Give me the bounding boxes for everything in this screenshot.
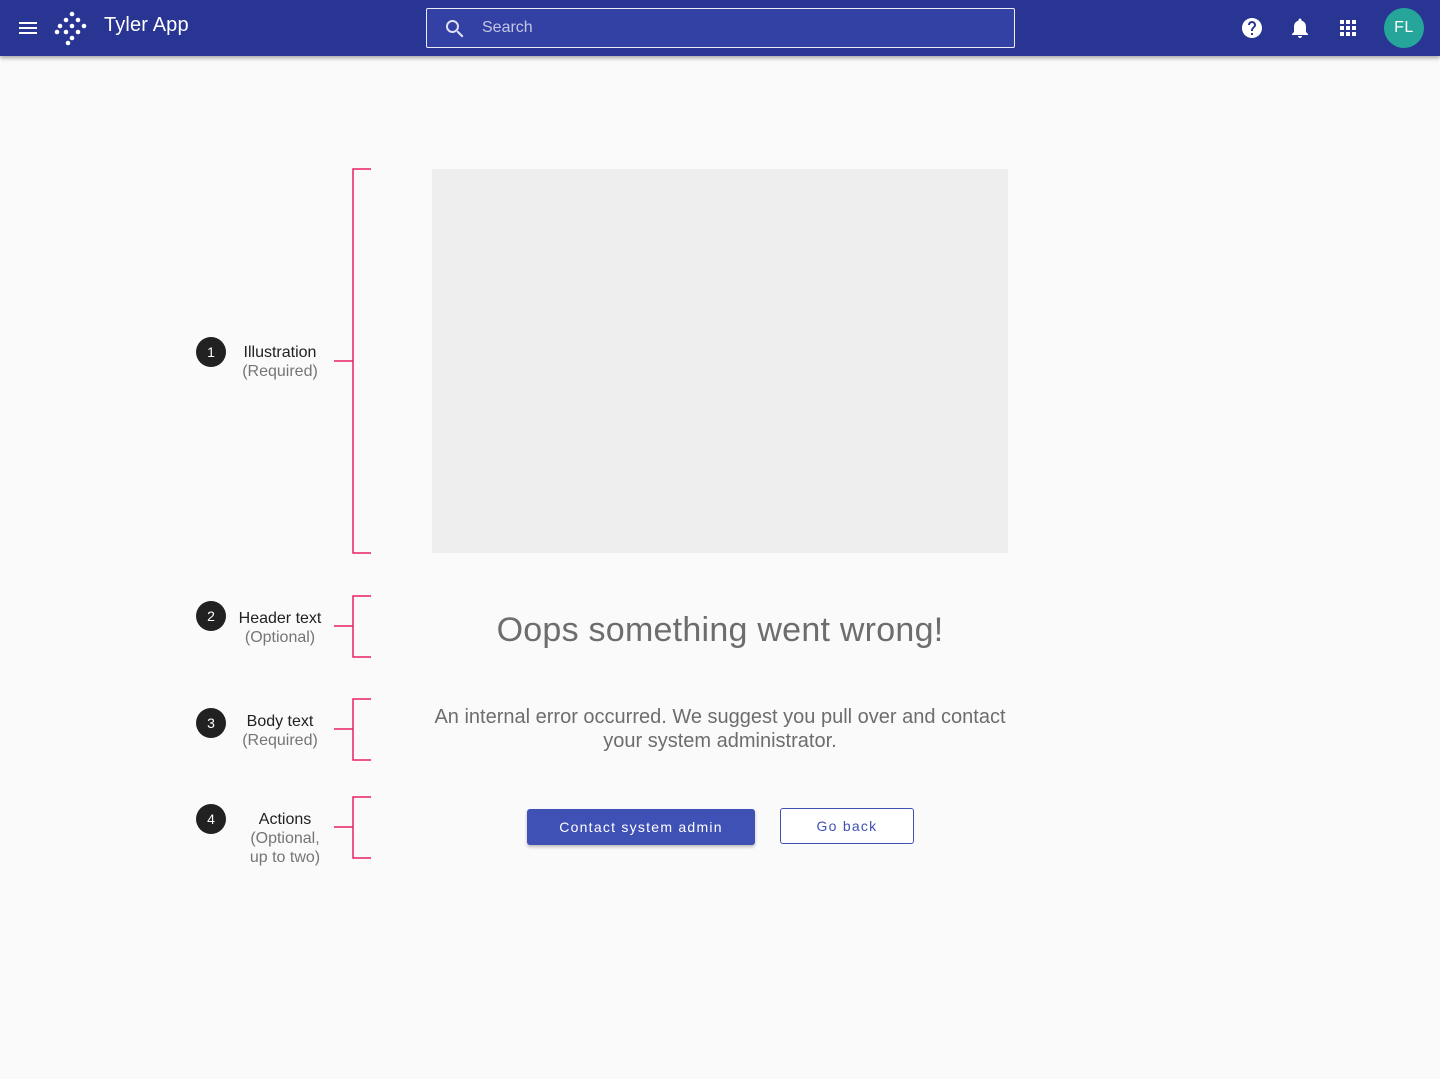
app-bar: Tyler App FL xyxy=(0,0,1440,56)
help-icon[interactable] xyxy=(1240,16,1264,40)
apps-grid-icon[interactable] xyxy=(1336,16,1360,40)
annotation-sub: (Required) xyxy=(242,363,318,380)
contact-admin-button[interactable]: Contact system admin xyxy=(527,809,755,845)
annotation-sub: (Required) xyxy=(242,732,318,749)
avatar[interactable]: FL xyxy=(1384,8,1424,48)
annotation-badge-2: 2 xyxy=(196,601,226,631)
annotation-illustration: Illustration (Required) xyxy=(230,343,330,381)
bracket-illustration xyxy=(334,168,371,554)
annotation-sub: (Optional) xyxy=(244,629,316,646)
annotation-badge-4: 4 xyxy=(196,804,226,834)
search-input[interactable] xyxy=(482,9,1002,47)
menu-icon[interactable] xyxy=(16,16,40,40)
annotation-actions: Actions (Optional, up to two) xyxy=(240,810,330,867)
annotation-label: Header text xyxy=(238,610,322,627)
annotation-header-text: Header text (Optional) xyxy=(230,609,330,647)
error-header: Oops something went wrong! xyxy=(496,611,944,649)
illustration-placeholder xyxy=(432,169,1008,553)
error-body: An internal error occurred. We suggest y… xyxy=(434,706,1006,752)
search-bar[interactable] xyxy=(426,8,1015,48)
annotation-label: Actions xyxy=(258,811,312,828)
go-back-button[interactable]: Go back xyxy=(780,808,914,844)
bracket-body-text xyxy=(334,698,371,761)
search-icon xyxy=(446,20,464,38)
annotation-label: Illustration xyxy=(243,344,317,361)
annotation-badge-1: 1 xyxy=(196,337,226,367)
bracket-actions xyxy=(334,796,371,859)
app-title: Tyler App xyxy=(104,14,189,36)
annotation-label: Body text xyxy=(246,713,314,730)
annotation-badge-3: 3 xyxy=(196,708,226,738)
bell-icon[interactable] xyxy=(1288,16,1312,40)
tyler-logo-icon xyxy=(54,11,87,46)
bracket-header-text xyxy=(334,595,371,658)
annotation-sub: (Optional, xyxy=(250,830,320,847)
annotation-body-text: Body text (Required) xyxy=(230,712,330,750)
annotation-sub: up to two) xyxy=(249,849,321,866)
